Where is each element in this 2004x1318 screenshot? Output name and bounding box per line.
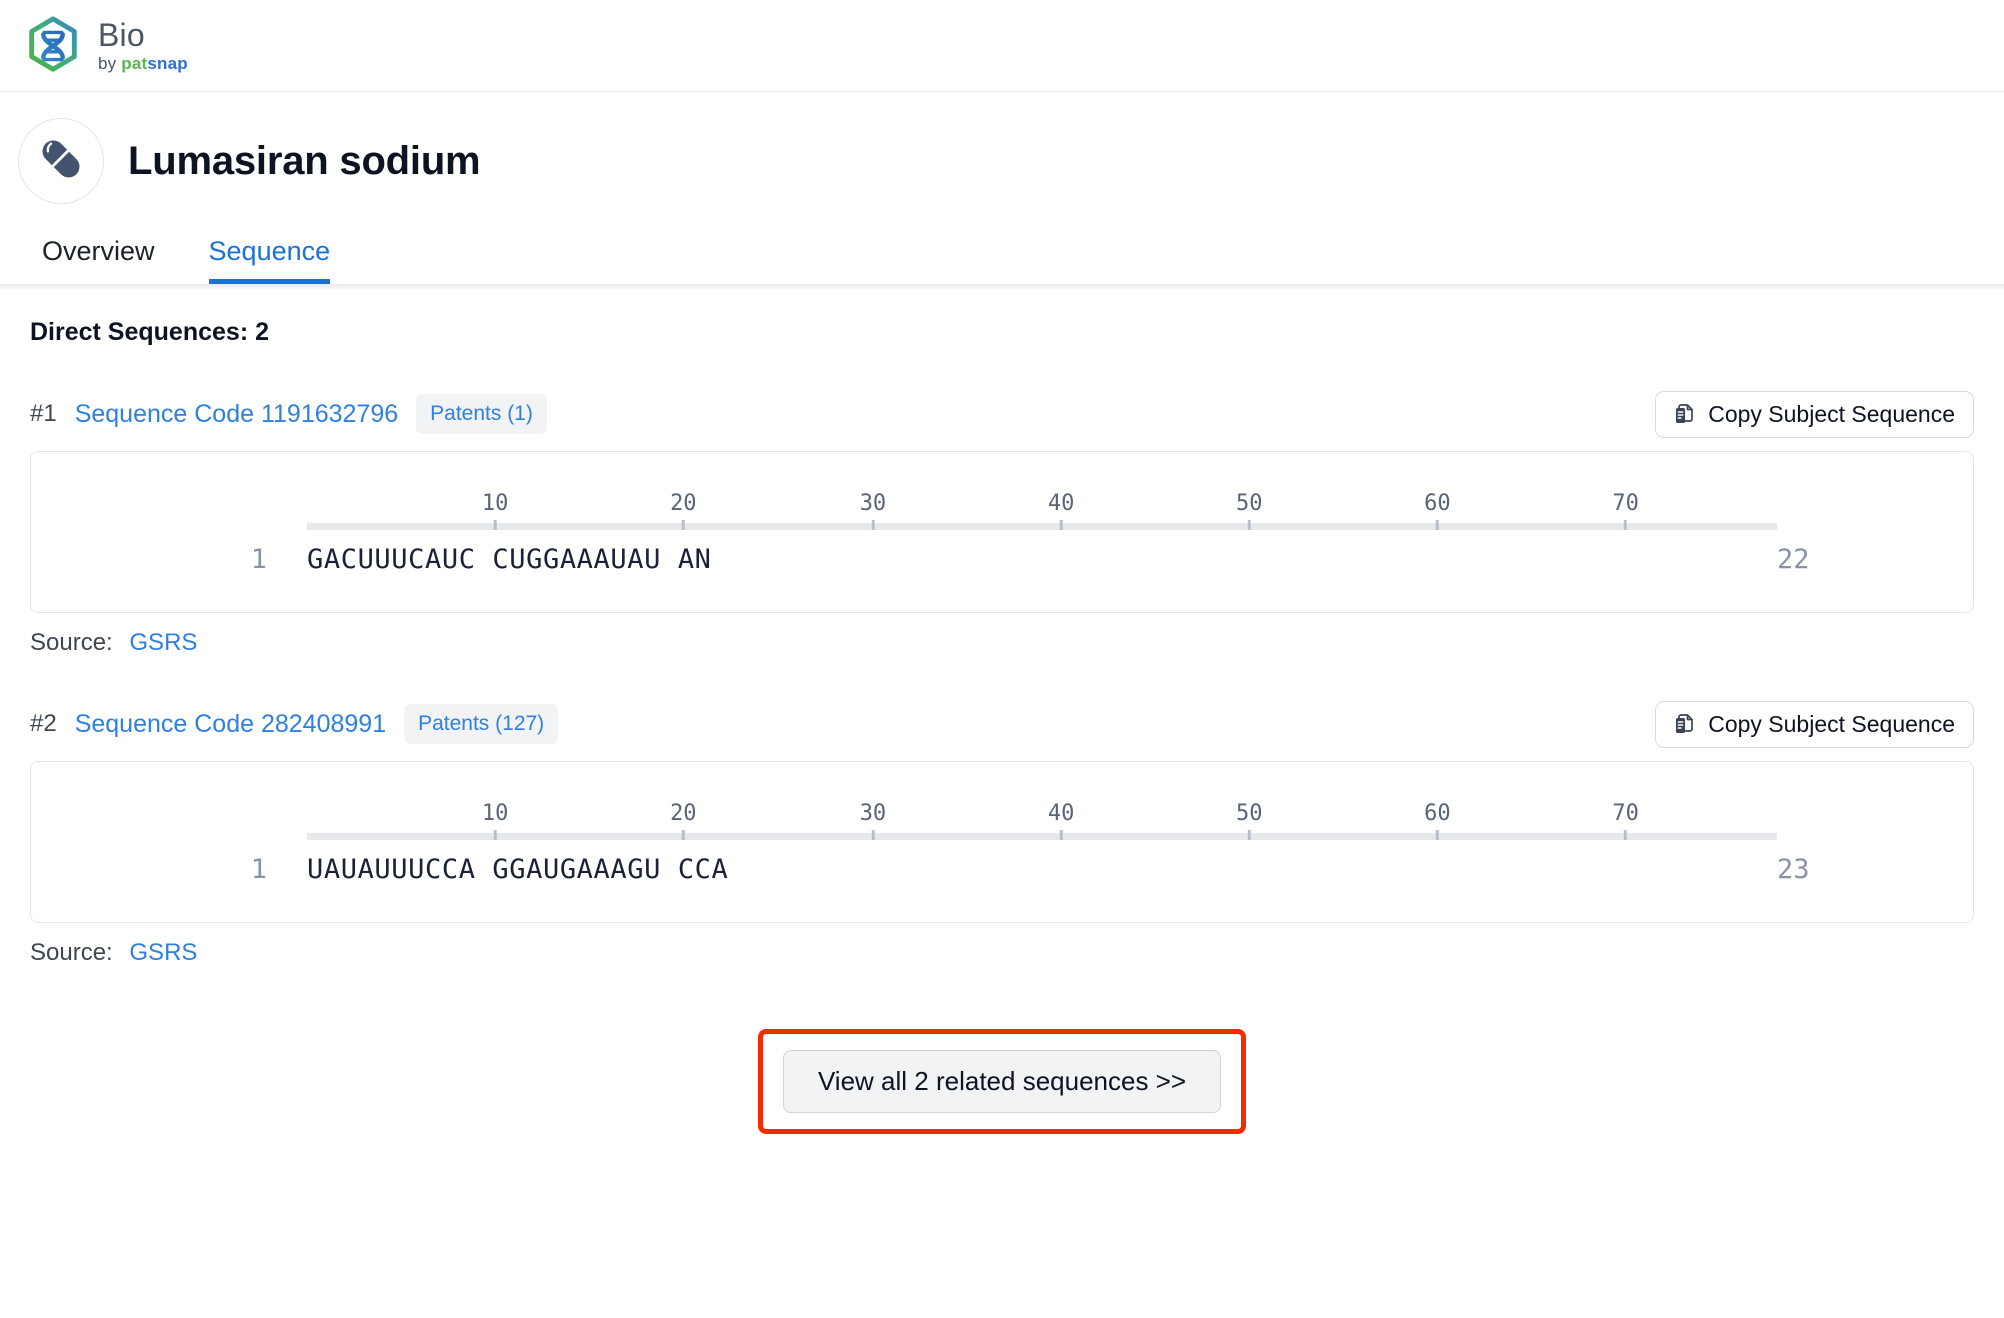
sequence-header-1: #1 Sequence Code 1191632796 Patents (1) … — [30, 391, 1974, 437]
source-row-2: Source: GSRS — [30, 939, 1974, 967]
ruler-tick-40: 40 — [1048, 803, 1075, 840]
brand-by: by — [98, 54, 121, 73]
sequence-index-2: #2 — [30, 710, 57, 738]
source-link-2[interactable]: GSRS — [129, 939, 197, 966]
sequence-end-pos-1: 22 — [1777, 544, 1973, 575]
sequence-row-2: 1 UAUAUUUCCA GGAUGAAAGU CCA 23 — [31, 854, 1973, 885]
highlight-annotation: View all 2 related sequences >> — [758, 1029, 1246, 1134]
ruler-tick-mark — [1060, 830, 1063, 840]
tab-overview[interactable]: Overview — [42, 238, 155, 284]
ruler-tick-mark — [1060, 520, 1063, 530]
sequence-code-link-1[interactable]: Sequence Code 1191632796 — [75, 400, 398, 429]
section-title: Direct Sequences: 2 — [30, 318, 1974, 347]
brand-snap: snap — [147, 54, 187, 73]
ruler-tick-mark — [1436, 520, 1439, 530]
brand-name: Bio — [98, 19, 188, 51]
brand-tagline: by patsnap — [98, 55, 188, 72]
ruler-tick-10: 10 — [482, 493, 509, 530]
sequence-ruler-2: 10 20 30 40 50 60 70 — [307, 796, 1777, 840]
patents-badge-2[interactable]: Patents (127) — [404, 704, 558, 744]
sequence-card-1: 10 20 30 40 50 60 70 1 GACUUUCAUC CUGGAA… — [30, 451, 1974, 613]
drug-header: Lumasiran sodium — [0, 92, 2004, 204]
sequence-code-link-2[interactable]: Sequence Code 282408991 — [75, 710, 386, 739]
ruler-tick-mark — [871, 520, 874, 530]
ruler-tick-10: 10 — [482, 803, 509, 840]
source-link-1[interactable]: GSRS — [129, 629, 197, 656]
brand-wordmark: Bio by patsnap — [98, 19, 188, 72]
dna-hexagon-logo-icon — [22, 15, 84, 77]
copy-button-label-1: Copy Subject Sequence — [1708, 401, 1955, 428]
copy-icon — [1672, 402, 1696, 426]
tab-bar: Overview Sequence — [0, 226, 2004, 284]
ruler-tick-mark — [871, 830, 874, 840]
ruler-tick-70: 70 — [1612, 803, 1639, 840]
ruler-line — [307, 523, 1777, 530]
ruler-tick-50: 50 — [1236, 803, 1263, 840]
view-all-related-sequences-button[interactable]: View all 2 related sequences >> — [783, 1050, 1221, 1113]
sequence-start-pos-1: 1 — [31, 544, 307, 575]
source-row-1: Source: GSRS — [30, 629, 1974, 657]
brand-pat: pat — [121, 54, 147, 73]
ruler-tick-40: 40 — [1048, 493, 1075, 530]
sequence-row-1: 1 GACUUUCAUC CUGGAAAUAU AN 22 — [31, 544, 1973, 575]
ruler-tick-60: 60 — [1424, 803, 1451, 840]
ruler-tick-mark — [1624, 520, 1627, 530]
source-label-2: Source: — [30, 939, 113, 966]
ruler-tick-50: 50 — [1236, 493, 1263, 530]
sequence-header-2: #2 Sequence Code 282408991 Patents (127)… — [30, 701, 1974, 747]
tab-sequence[interactable]: Sequence — [209, 238, 331, 284]
sequence-ruler-1: 10 20 30 40 50 60 70 — [307, 486, 1777, 530]
ruler-tick-20: 20 — [670, 803, 697, 840]
sequence-block-2: #2 Sequence Code 282408991 Patents (127)… — [30, 701, 1974, 967]
ruler-tick-mark — [494, 520, 497, 530]
footer-action-area: View all 2 related sequences >> — [30, 1029, 1974, 1134]
ruler-line — [307, 833, 1777, 840]
ruler-tick-30: 30 — [860, 493, 887, 530]
ruler-tick-30: 30 — [860, 803, 887, 840]
sequence-start-pos-2: 1 — [31, 854, 307, 885]
app-header: Bio by patsnap — [0, 0, 2004, 92]
copy-icon — [1672, 712, 1696, 736]
copy-button-label-2: Copy Subject Sequence — [1708, 711, 1955, 738]
ruler-tick-mark — [682, 830, 685, 840]
sequence-letters-2: UAUAUUUCCA GGAUGAAAGU CCA — [307, 854, 1777, 885]
ruler-tick-mark — [494, 830, 497, 840]
sequence-end-pos-2: 23 — [1777, 854, 1973, 885]
ruler-tick-mark — [1436, 830, 1439, 840]
sequence-index-1: #1 — [30, 400, 57, 428]
ruler-tick-mark — [1248, 830, 1251, 840]
ruler-tick-mark — [682, 520, 685, 530]
sequence-block-1: #1 Sequence Code 1191632796 Patents (1) … — [30, 391, 1974, 657]
avatar — [18, 118, 104, 204]
ruler-tick-60: 60 — [1424, 493, 1451, 530]
copy-subject-sequence-button-2[interactable]: Copy Subject Sequence — [1655, 701, 1974, 748]
sequence-card-2: 10 20 30 40 50 60 70 1 UAUAUUUCCA GGAUGA… — [30, 761, 1974, 923]
sequence-panel: Direct Sequences: 2 #1 Sequence Code 119… — [0, 290, 2004, 1134]
copy-subject-sequence-button-1[interactable]: Copy Subject Sequence — [1655, 391, 1974, 438]
ruler-tick-70: 70 — [1612, 493, 1639, 530]
sequence-letters-1: GACUUUCAUC CUGGAAAUAU AN — [307, 544, 1777, 575]
ruler-tick-20: 20 — [670, 493, 697, 530]
page-title: Lumasiran sodium — [128, 139, 480, 184]
ruler-tick-mark — [1624, 830, 1627, 840]
patents-badge-1[interactable]: Patents (1) — [416, 394, 547, 434]
ruler-tick-mark — [1248, 520, 1251, 530]
source-label-1: Source: — [30, 629, 113, 656]
capsule-icon — [35, 133, 87, 190]
